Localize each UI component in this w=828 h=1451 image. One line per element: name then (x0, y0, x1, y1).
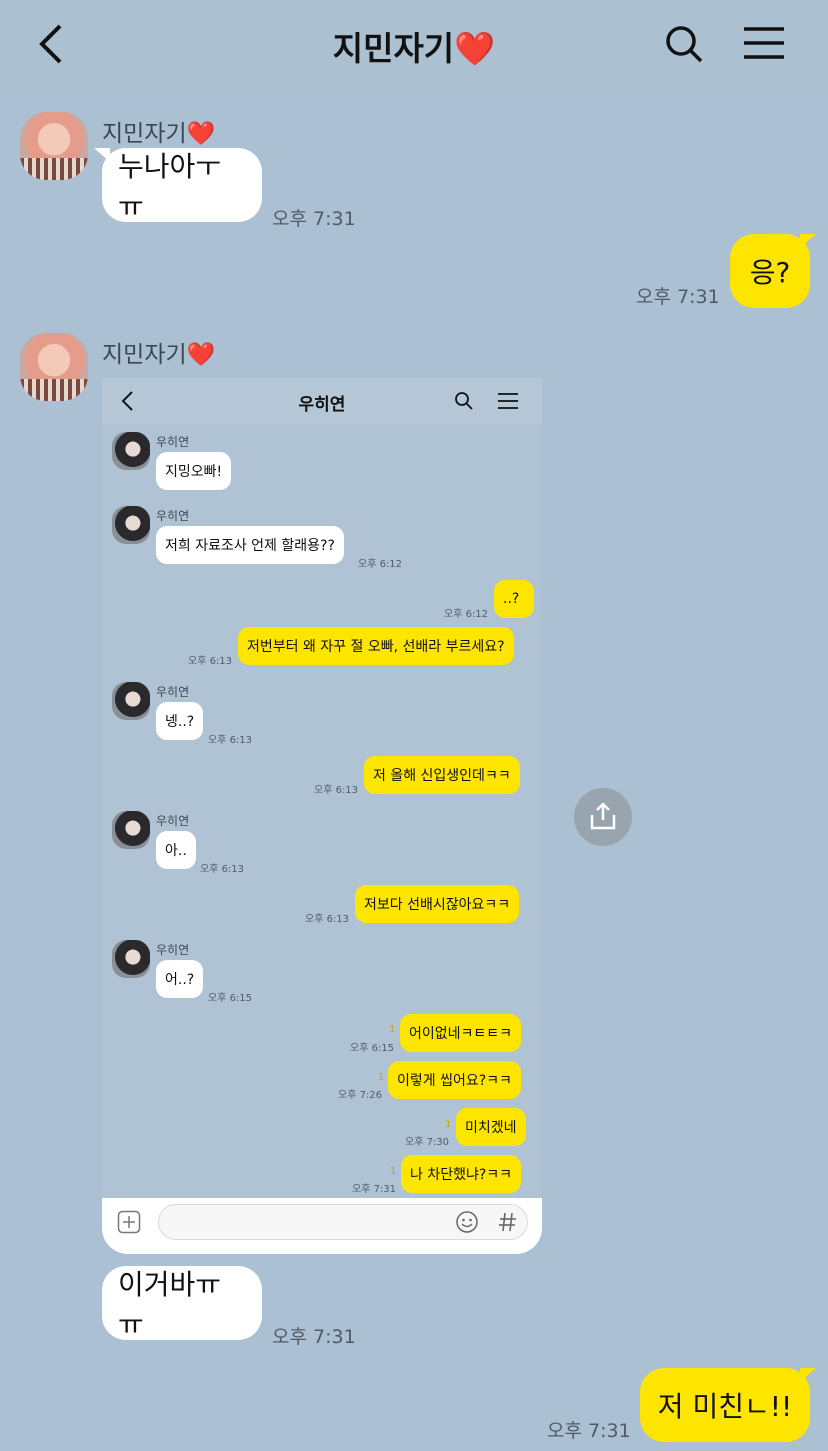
message-time: 오후 6:13 (314, 785, 359, 796)
message-bubble: 어이없네ㅋㅌㅌㅋ (400, 1014, 522, 1052)
message-bubble: 미치겠네 (456, 1108, 526, 1146)
message-bubble[interactable]: 이거바ㅠㅠ (102, 1266, 262, 1341)
message-time: 오후 6:13 (200, 864, 245, 875)
avatar (112, 432, 150, 470)
message-bubble: 저보다 선배시잖아요ㅋㅋ (355, 885, 520, 923)
avatar (112, 682, 150, 720)
hashtag-icon (499, 1212, 516, 1232)
share-icon (590, 802, 616, 830)
unread-count: 1 (445, 1119, 452, 1130)
message-time: 오후 7:31 (636, 286, 720, 308)
message-time: 오후 6:13 (208, 735, 253, 746)
unread-count: 1 (390, 1166, 397, 1177)
emoji-icon (456, 1211, 478, 1233)
message-bubble: 어..? (156, 960, 204, 998)
message-time: 오후 6:15 (350, 1043, 395, 1054)
message-bubble[interactable]: 응? (730, 234, 810, 308)
message-time: 오후 6:12 (444, 609, 489, 620)
share-button[interactable] (574, 788, 632, 846)
message-time: 오후 7:31 (547, 1420, 631, 1442)
message-bubble: 저희 자료조사 언제 할래용?? (156, 526, 344, 564)
message-bubble: 저 올해 신입생인데ㅋㅋ (364, 756, 520, 794)
message-time: 오후 6:13 (305, 914, 350, 925)
top-bar: 지민자기❤️ (0, 0, 828, 88)
message-bubble: 저번부터 왜 자꾸 절 오빠, 선배라 부르세요? (238, 627, 514, 665)
message-time: 오후 6:13 (188, 656, 233, 667)
message-time: 오후 6:15 (208, 993, 253, 1004)
search-icon[interactable] (664, 24, 704, 64)
message-bubble: ..? (494, 580, 534, 618)
message-time: 오후 7:31 (352, 1184, 397, 1195)
sender-name: 우히연 (156, 685, 190, 699)
shared-screenshot-image[interactable]: 우히연 우히연 지밍오빠! 우히연 저희 자료조사 언제 할래용?? 오후 6:… (102, 378, 542, 1254)
message-time: 오후 7:30 (405, 1137, 450, 1148)
unread-count: 1 (378, 1072, 385, 1083)
message-bubble: 아.. (156, 831, 196, 869)
message-bubble: 지밍오빠! (156, 452, 232, 490)
avatar (112, 506, 150, 544)
message-time: 오후 7:26 (338, 1090, 383, 1101)
bubble-tail (800, 234, 816, 248)
sender-name: 우히연 (156, 435, 190, 449)
screenshot-title: 우히연 (298, 395, 346, 415)
sender-name: 우히연 (156, 943, 190, 957)
message-bubble: 넹..? (156, 702, 204, 740)
message-bubble[interactable]: 누나아ㅜㅠ (102, 148, 262, 223)
plus-icon (117, 1210, 141, 1234)
sender-name: 지민자기❤️ (102, 342, 216, 368)
sender-name: 우히연 (156, 814, 190, 828)
message-time: 오후 6:12 (358, 559, 403, 570)
menu-icon[interactable] (742, 26, 786, 62)
bubble-tail (800, 1368, 816, 1382)
avatar (112, 940, 150, 978)
message-time: 오후 7:31 (272, 208, 356, 230)
avatar[interactable] (20, 112, 88, 180)
message-bubble: 나 차단했냐?ㅋㅋ (401, 1155, 522, 1193)
sender-name: 우히연 (156, 509, 190, 523)
search-icon (455, 392, 473, 410)
avatar[interactable] (20, 333, 88, 401)
avatar (112, 811, 150, 849)
message-bubble[interactable]: 저 미친ㄴ!! (640, 1368, 810, 1442)
menu-icon (498, 393, 518, 409)
message-time: 오후 7:31 (272, 1326, 356, 1348)
sender-name: 지민자기❤️ (102, 121, 216, 147)
screenshot-header: 우히연 (102, 378, 542, 424)
message-bubble: 이렇게 씹어요?ㅋㅋ (388, 1061, 521, 1099)
unread-count: 1 (389, 1024, 396, 1035)
